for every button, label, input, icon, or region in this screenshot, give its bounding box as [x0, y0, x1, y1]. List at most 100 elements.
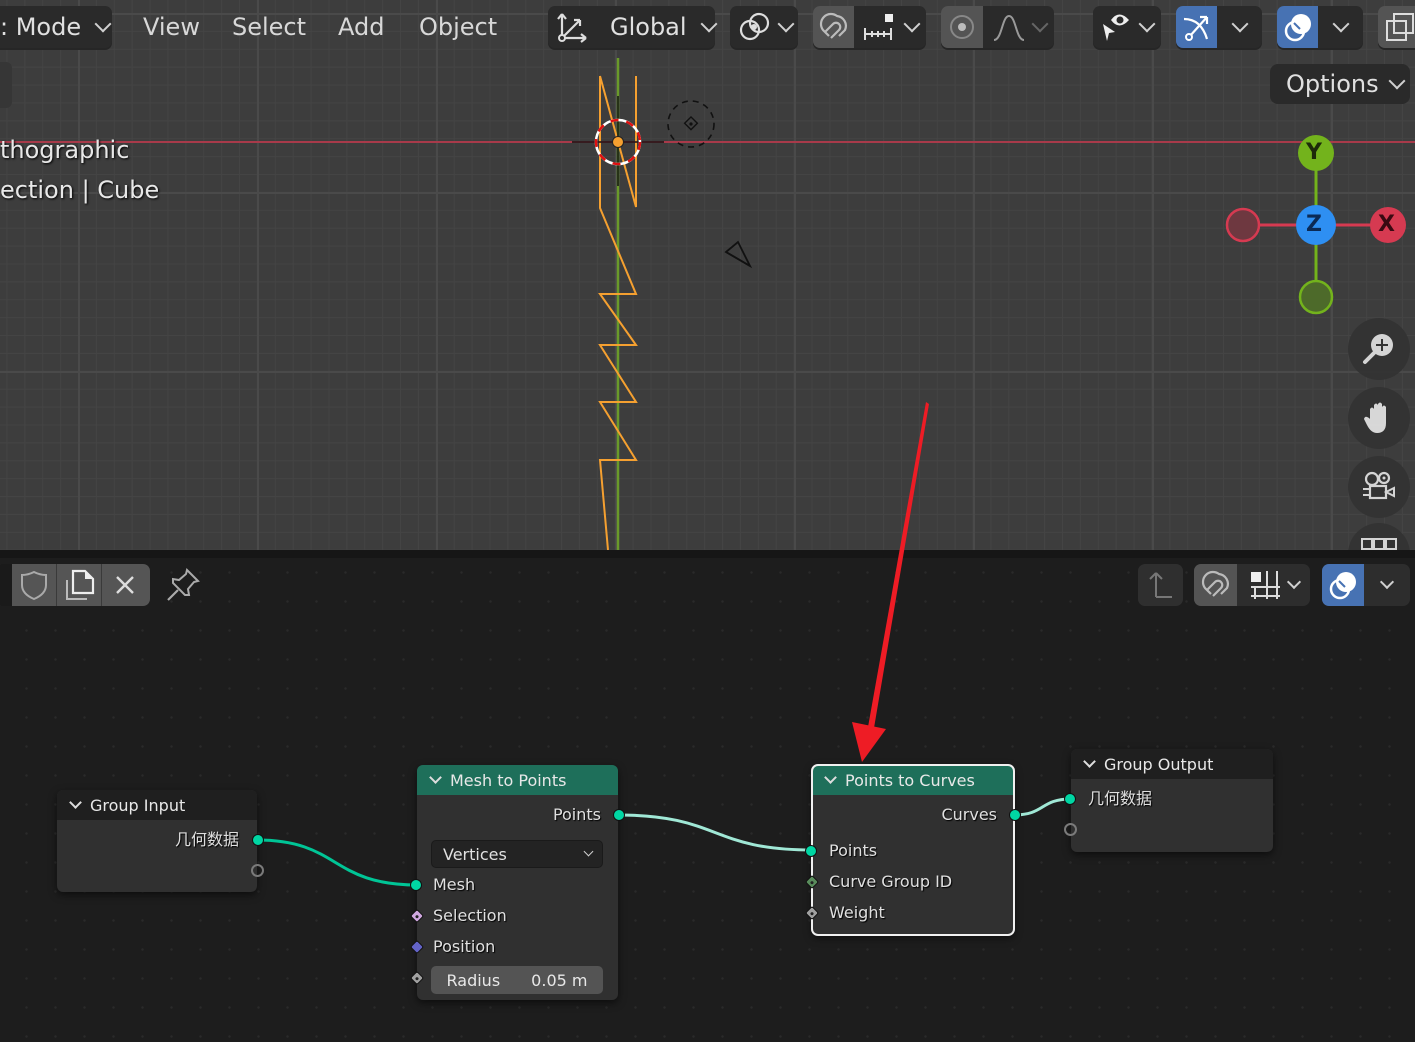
node-title: Points to Curves [845, 770, 975, 790]
gizmo-toggle[interactable] [1176, 6, 1217, 48]
datablock-name-field[interactable] [0, 564, 12, 606]
gizmo-neg-x [1225, 207, 1261, 243]
selection-input-socket[interactable] [409, 908, 425, 924]
menu-add[interactable]: Add [338, 8, 384, 46]
overlays-dropdown[interactable] [1318, 6, 1363, 48]
transform-orientation-label: Global [610, 13, 687, 41]
node-overlays-group[interactable] [1322, 564, 1410, 606]
menu-view[interactable]: View [143, 8, 200, 46]
pin-button[interactable] [164, 566, 202, 604]
node-group-output[interactable]: Group Output 几何数据 [1064, 749, 1273, 852]
node-header[interactable]: Group Output [1071, 749, 1273, 779]
gizmo-x-label[interactable]: X [1378, 212, 1395, 237]
mode-selector[interactable]: : Mode [0, 6, 112, 48]
gizmo-dropdown[interactable] [1217, 6, 1262, 48]
points-input-socket[interactable] [805, 845, 817, 857]
gizmo-z-label[interactable]: Z [1306, 212, 1322, 237]
node-header[interactable]: Mesh to Points [417, 765, 618, 795]
chevron-down-icon [1379, 574, 1395, 590]
mesh-input-socket[interactable] [410, 879, 422, 891]
xray-toggle[interactable] [1378, 6, 1415, 48]
chevron-down-icon [1231, 15, 1248, 33]
options-dropdown[interactable]: Options [1270, 64, 1410, 104]
mode-dropdown[interactable]: Vertices [431, 840, 603, 868]
input-weight-label: Weight [829, 903, 885, 922]
mode-label: : Mode [0, 13, 82, 41]
output-geometry-label: 几何数据 [174, 830, 239, 849]
curve-group-id-input-socket[interactable] [804, 874, 820, 890]
magnet-icon [819, 12, 847, 39]
fake-user-shield-icon [21, 570, 47, 601]
node-snap-target-dropdown[interactable] [1237, 564, 1310, 606]
collapse-chevron-icon[interactable] [69, 796, 82, 809]
node-points-to-curves[interactable]: Points to Curves Curves Points Curve Gro… [804, 764, 1021, 936]
3d-viewport[interactable]: Y Z X : Mode View Select Add Object Glob… [0, 0, 1415, 550]
radius-input-socket[interactable] [409, 970, 425, 986]
pivot-point-dropdown[interactable] [730, 6, 798, 48]
overlays-icon [1329, 572, 1356, 600]
area-divider[interactable] [0, 550, 1415, 558]
grid-ortho-icon [1361, 538, 1397, 550]
radius-value: 0.05 m [531, 970, 588, 990]
geometry-output-socket[interactable] [252, 834, 264, 846]
snapping-group[interactable] [813, 6, 926, 48]
snap-target-dropdown[interactable] [854, 6, 926, 48]
points-output-socket[interactable] [613, 809, 625, 821]
collapse-chevron-icon[interactable] [1083, 755, 1096, 768]
collapse-chevron-icon[interactable] [824, 771, 837, 784]
node-overlays-dropdown[interactable] [1364, 564, 1410, 606]
fake-user-button[interactable] [12, 564, 57, 606]
viewport-scene [0, 58, 1415, 550]
menu-select[interactable]: Select [232, 8, 306, 46]
output-points-label: Points [552, 805, 601, 824]
snap-increment-icon [864, 14, 893, 40]
virtual-input-socket[interactable] [1064, 823, 1077, 836]
position-input-socket[interactable] [409, 939, 425, 955]
node-header[interactable]: Group Input [57, 790, 257, 820]
snap-toggle[interactable] [813, 6, 854, 48]
curves-output-socket[interactable] [1009, 809, 1021, 821]
link-curves-output [1013, 797, 1072, 817]
chevron-down-icon [1031, 15, 1048, 33]
node-editor[interactable]: Group Input 几何数据 Mesh to Points Points V… [0, 550, 1415, 1042]
camera-view-button[interactable] [1348, 456, 1410, 518]
node-snap-toggle[interactable] [1194, 564, 1237, 606]
overlays-toggle[interactable] [1277, 6, 1318, 48]
node-mesh-to-points[interactable]: Mesh to Points Points Vertices Mesh Sele… [409, 765, 625, 1000]
falloff-dropdown[interactable] [983, 6, 1054, 48]
sidebar-tab-stub[interactable] [0, 62, 12, 108]
transform-orientation-dropdown[interactable]: Global [548, 6, 718, 48]
node-group-input[interactable]: Group Input 几何数据 [57, 790, 264, 892]
duplicate-datablock-button[interactable] [57, 564, 102, 606]
unlink-close-icon [116, 576, 134, 594]
node-snapping-group[interactable] [1194, 564, 1310, 606]
radius-label: Radius [446, 970, 501, 990]
unlink-datablock-button[interactable] [102, 564, 148, 606]
chevron-down-icon [903, 15, 921, 33]
pan-view-button[interactable] [1348, 387, 1410, 449]
selectability-visibility-dropdown[interactable] [1093, 6, 1161, 48]
geometry-input-socket[interactable] [1064, 793, 1076, 805]
node-header[interactable]: Points to Curves [812, 765, 1014, 795]
snap-grid-icon [1250, 571, 1280, 599]
virtual-output-socket[interactable] [251, 864, 264, 877]
proportional-editing-group[interactable] [941, 6, 1054, 48]
menu-object[interactable]: Object [419, 8, 497, 46]
chevron-down-icon [94, 15, 112, 33]
magnet-icon [1201, 570, 1229, 597]
zoom-view-button[interactable] [1348, 318, 1410, 380]
gizmos-group[interactable] [1176, 6, 1262, 48]
overlays-group[interactable] [1277, 6, 1363, 48]
camera-view-icon [1363, 471, 1395, 500]
weight-input-socket[interactable] [804, 905, 820, 921]
proportional-edit-toggle[interactable] [941, 6, 983, 48]
chevron-down-icon [1388, 72, 1406, 90]
collapse-chevron-icon[interactable] [429, 771, 442, 784]
view-name-text: thographic [0, 136, 130, 164]
gizmo-y-label[interactable]: Y [1306, 140, 1322, 165]
node-overlays-toggle[interactable] [1322, 564, 1364, 606]
chevron-down-icon [700, 15, 718, 33]
parent-node-tree-button[interactable] [1138, 564, 1183, 606]
radius-field[interactable]: Radius 0.05 m [431, 966, 603, 994]
hand-pan-icon [1364, 402, 1386, 433]
